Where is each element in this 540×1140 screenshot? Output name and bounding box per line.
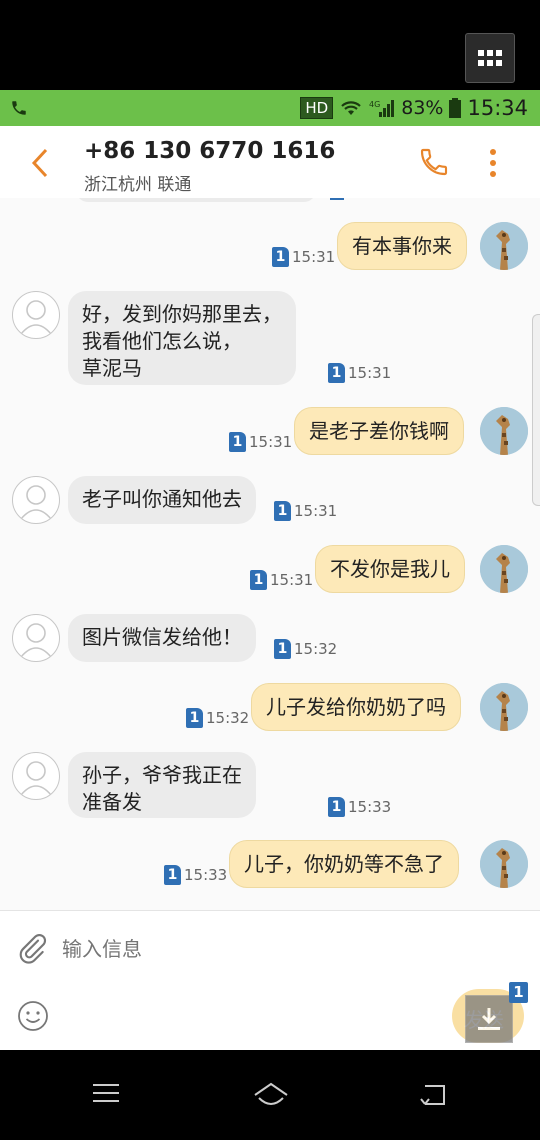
- message-time: 15:31: [249, 433, 293, 451]
- recent-apps-icon[interactable]: [92, 1080, 120, 1110]
- sim-badge: 1: [229, 432, 246, 452]
- message-bubble-outgoing[interactable]: 儿子，你奶奶等不急了: [229, 840, 459, 888]
- message-time: 15:31: [348, 364, 392, 382]
- more-vertical-icon[interactable]: [488, 148, 498, 182]
- sim-badge: 1: [328, 363, 345, 383]
- avatar[interactable]: [12, 291, 60, 339]
- message-time: 15:31: [270, 571, 314, 589]
- message-bubble-outgoing[interactable]: 不发你是我儿: [315, 545, 465, 593]
- message-bubble-incoming[interactable]: 老子叫你通知他去: [68, 476, 256, 524]
- message-meta: 1 15:31: [328, 363, 391, 383]
- message-meta: 1 15:32: [186, 708, 249, 728]
- message-time: 15:31: [294, 502, 338, 520]
- hd-badge: HD: [300, 97, 334, 119]
- back-icon[interactable]: [420, 1080, 448, 1112]
- message-meta: 1 15:33: [328, 797, 391, 817]
- status-time: 15:34: [467, 96, 528, 120]
- message-time: 15:32: [206, 709, 250, 727]
- grid-icon[interactable]: [465, 33, 515, 83]
- message-meta: 1 15:31: [229, 432, 292, 452]
- message-text: 好，发到你妈那里去，: [82, 302, 282, 326]
- message-text: 图片微信发给他！: [82, 625, 242, 649]
- message-text: 老子叫你通知他去: [82, 487, 242, 511]
- sim-badge: 1: [272, 247, 289, 267]
- message-input[interactable]: [60, 933, 364, 965]
- status-bar: HD 4G 83% 15:34: [0, 90, 540, 126]
- network-type-label: 4G: [369, 100, 380, 109]
- message-text: 儿子发给你奶奶了吗: [266, 695, 446, 719]
- sim-badge: 1: [509, 982, 528, 1003]
- avatar[interactable]: [480, 683, 528, 731]
- message-time: 15:32: [294, 640, 338, 658]
- avatar[interactable]: [12, 752, 60, 800]
- message-text: 孙子，爷爷我正在: [82, 763, 242, 787]
- sim-badge: 1: [328, 797, 345, 817]
- signal-icon: 4G: [369, 100, 395, 117]
- battery-percent: 83%: [401, 97, 444, 119]
- message-text: 有本事你来: [352, 234, 452, 258]
- message-meta: 1 15:31: [250, 570, 313, 590]
- sim-badge: 1: [164, 865, 181, 885]
- message-time: 15:33: [184, 866, 228, 884]
- message-text: 不发你是我儿: [330, 557, 450, 581]
- avatar[interactable]: [12, 476, 60, 524]
- contact-location: 浙江杭州 联通: [84, 175, 192, 195]
- download-icon[interactable]: [465, 995, 513, 1043]
- wifi-icon: [341, 101, 361, 115]
- contact-number: +86 130 6770 1616: [84, 138, 336, 164]
- message-meta: 1 15:31: [274, 501, 337, 521]
- message-list[interactable]: 有本事你来 1 15:31 好，发到你妈那里去， 我看他们怎么说， 草泥马 1 …: [0, 198, 540, 910]
- conversation-header: +86 130 6770 1616 浙江杭州 联通: [0, 126, 540, 198]
- message-meta: 1 15:31: [272, 247, 335, 267]
- phone-icon[interactable]: [418, 146, 450, 182]
- top-black-area: [0, 0, 540, 90]
- message-bubble-outgoing[interactable]: 儿子发给你奶奶了吗: [251, 683, 461, 731]
- sim-badge: 1: [274, 639, 291, 659]
- paperclip-icon[interactable]: [16, 931, 48, 969]
- phone-status-icon: [12, 101, 26, 115]
- battery-icon: [449, 98, 462, 118]
- navigation-bar: [0, 1050, 540, 1140]
- message-time: 15:31: [292, 248, 336, 266]
- message-text: 是老子差你钱啊: [309, 419, 449, 443]
- chevron-left-icon[interactable]: [28, 146, 52, 184]
- avatar[interactable]: [12, 614, 60, 662]
- message-meta: 1 15:33: [164, 865, 227, 885]
- sim-badge: 1: [250, 570, 267, 590]
- message-time: 15:33: [348, 798, 392, 816]
- message-text: 儿子，你奶奶等不急了: [244, 852, 444, 876]
- message-bubble-incoming[interactable]: 好，发到你妈那里去， 我看他们怎么说， 草泥马: [68, 291, 296, 385]
- composer: 发送: [0, 910, 540, 1051]
- smiley-icon[interactable]: [16, 999, 50, 1037]
- message-bubble-outgoing[interactable]: 有本事你来: [337, 222, 467, 270]
- scrollbar[interactable]: [532, 314, 540, 506]
- home-icon[interactable]: [252, 1080, 290, 1114]
- message-bubble-outgoing[interactable]: 是老子差你钱啊: [294, 407, 464, 455]
- message-meta: 1 15:32: [274, 639, 337, 659]
- avatar[interactable]: [480, 840, 528, 888]
- message-bubble-incoming[interactable]: 图片微信发给他！: [68, 614, 256, 662]
- avatar[interactable]: [480, 545, 528, 593]
- avatar[interactable]: [480, 222, 528, 270]
- sim-badge: 1: [274, 501, 291, 521]
- message-text: 草泥马: [82, 356, 142, 380]
- message-text: 准备发: [82, 790, 142, 814]
- sim-badge: 1: [186, 708, 203, 728]
- avatar[interactable]: [480, 407, 528, 455]
- message-bubble-incoming[interactable]: 孙子，爷爷我正在 准备发: [68, 752, 256, 818]
- message-text: 我看他们怎么说，: [82, 329, 242, 353]
